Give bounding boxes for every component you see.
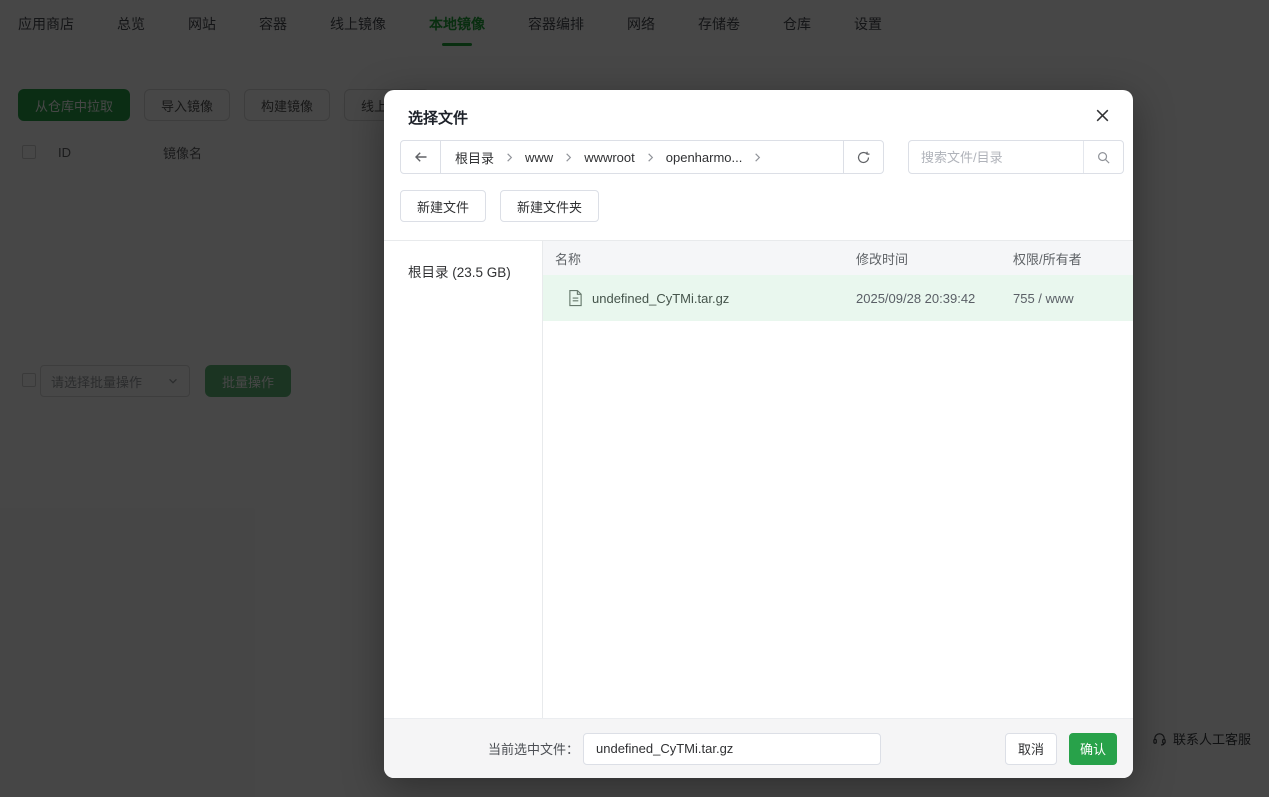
chevron-right-icon (563, 152, 574, 163)
confirm-button[interactable]: 确认 (1069, 732, 1117, 765)
selected-file-input[interactable] (583, 732, 882, 765)
file-table-header: 名称 修改时间 权限/所有者 (543, 241, 1133, 275)
breadcrumb-wwwroot[interactable]: wwwroot (574, 150, 645, 165)
search-input[interactable] (909, 141, 1083, 173)
file-icon (568, 289, 583, 307)
file-permission-owner: 755 / www (1013, 290, 1074, 306)
cancel-button[interactable]: 取消 (1005, 732, 1057, 765)
refresh-icon[interactable] (843, 141, 883, 173)
chevron-right-icon (504, 152, 515, 163)
file-name: undefined_CyTMi.tar.gz (592, 290, 730, 306)
create-buttons: 新建文件 新建文件夹 (400, 190, 600, 222)
file-row-selected[interactable]: undefined_CyTMi.tar.gz 2025/09/28 20:39:… (543, 275, 1133, 321)
selected-file-label: 当前选中文件： (488, 742, 580, 757)
search-icon[interactable] (1083, 141, 1123, 173)
breadcrumb-openharmo[interactable]: openharmo... (656, 150, 753, 165)
modified-column-header: 修改时间 (856, 251, 909, 267)
dialog-footer: 当前选中文件： 取消 确认 (384, 718, 1133, 778)
file-list-panel: 名称 修改时间 权限/所有者 undefined_CyTMi.tar.gz 20… (543, 241, 1133, 718)
name-column-header: 名称 (555, 251, 582, 267)
search-bar (908, 140, 1124, 174)
breadcrumb-root[interactable]: 根目录 (445, 148, 504, 167)
sidebar-root-directory[interactable]: 根目录 (23.5 GB) (384, 257, 542, 285)
new-file-button[interactable]: 新建文件 (400, 190, 487, 222)
back-button[interactable] (401, 141, 441, 173)
new-folder-button[interactable]: 新建文件夹 (500, 190, 600, 222)
chevron-right-icon (645, 152, 656, 163)
chevron-right-icon (752, 152, 763, 163)
screen: 应用商店 总览 网站 容器 线上镜像 本地镜像 容器编排 网络 存储卷 仓库 设… (0, 0, 1269, 797)
path-breadcrumb-bar: 根目录 www wwwroot openharmo... (400, 140, 884, 174)
file-browser-body: 根目录 (23.5 GB) 名称 修改时间 权限/所有者 undefined_C… (384, 240, 1133, 718)
breadcrumb: 根目录 www wwwroot openharmo... (441, 141, 843, 173)
file-picker-dialog: 选择文件 根目录 www wwwroot openharmo... 搜索文件/目… (384, 90, 1133, 778)
breadcrumb-www[interactable]: www (515, 150, 563, 165)
permission-column-header: 权限/所有者 (1013, 251, 1082, 267)
close-icon[interactable] (1089, 102, 1115, 128)
dialog-title: 选择文件 (408, 110, 469, 127)
file-modified-time: 2025/09/28 20:39:42 (856, 290, 976, 306)
directory-sidebar: 根目录 (23.5 GB) (384, 241, 543, 718)
